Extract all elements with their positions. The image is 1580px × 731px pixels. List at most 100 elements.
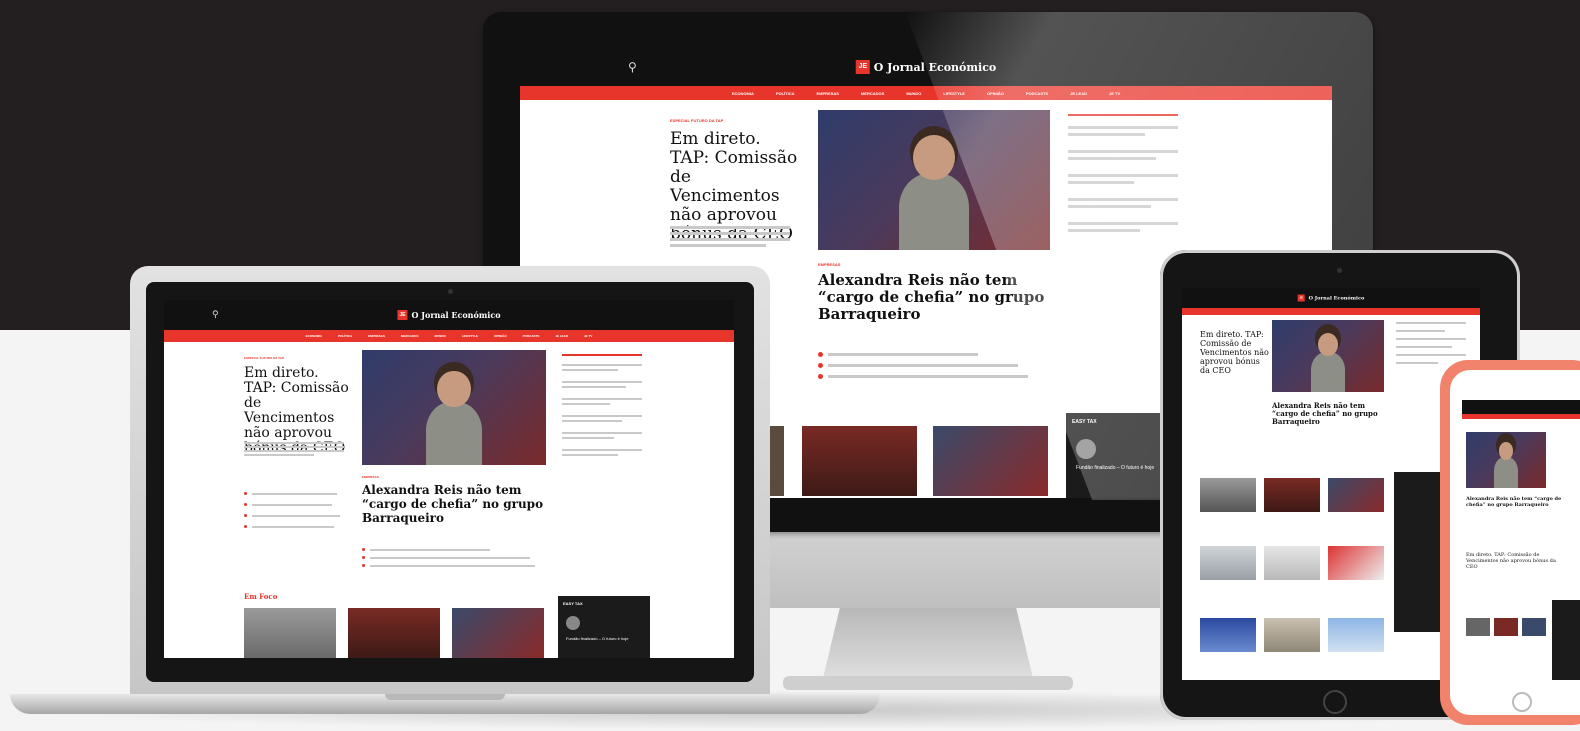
site-logo[interactable]: JE O Jornal Económico [1297, 294, 1365, 302]
story-summary [670, 226, 790, 247]
news-thumb[interactable] [1494, 618, 1518, 636]
nav-item[interactable]: POLÍTICA [338, 334, 352, 338]
news-thumb[interactable] [1200, 618, 1256, 652]
laptop-camera [448, 289, 453, 294]
logo-text: O Jornal Económico [873, 60, 997, 74]
box-caption: Fundão finalizado – O futuro é hoje [566, 636, 629, 641]
nav-item[interactable]: JE LEAD [1070, 91, 1087, 96]
main-bullets [244, 492, 344, 528]
second-kicker: EMPRESAS [362, 475, 379, 479]
news-thumb[interactable] [1522, 618, 1546, 636]
story-headline[interactable]: Em direto. TAP: Comissão de Vencimentos … [1466, 552, 1566, 570]
news-thumb[interactable] [1264, 618, 1320, 652]
news-thumb[interactable] [1466, 618, 1490, 636]
news-thumb[interactable] [1264, 478, 1320, 512]
news-thumb[interactable] [1328, 546, 1384, 580]
latest-sidebar [1068, 114, 1178, 232]
section-title: Em Foco [244, 592, 278, 601]
tablet-screen: JE O Jornal Económico Em direto. TAP: Co… [1182, 288, 1480, 680]
news-thumb[interactable] [1328, 478, 1384, 512]
tablet-home-button [1323, 690, 1347, 714]
nav-item[interactable]: JE TV [584, 334, 592, 338]
news-thumb[interactable] [348, 608, 440, 658]
nav-item[interactable]: LIFESTYLE [943, 91, 965, 96]
related-list [818, 352, 1048, 379]
news-thumb[interactable] [1200, 546, 1256, 580]
nav-item[interactable]: ECONOMIA [732, 91, 754, 96]
nav-item[interactable]: ECONOMIA [306, 334, 323, 338]
box-caption: Fundão finalizado – O futuro é hoje [1076, 465, 1155, 471]
easy-tax-box[interactable]: EASY TAX Fundão finalizado – O futuro é … [558, 596, 650, 658]
search-icon[interactable]: ⚲ [628, 60, 637, 74]
second-headline[interactable]: Alexandra Reis não tem “cargo de chefia”… [818, 272, 1048, 323]
news-thumb[interactable] [244, 608, 336, 658]
nav-item[interactable]: OPINIÃO [494, 334, 507, 338]
nav-item[interactable]: MERCADOS [861, 91, 884, 96]
logo-mark: JE [855, 60, 870, 74]
search-icon[interactable]: ⚲ [212, 310, 219, 320]
laptop-notch [385, 694, 505, 700]
photo-person [1494, 457, 1518, 488]
logo-mark: JE [1297, 294, 1305, 302]
nav-item[interactable]: EMPRESAS [817, 91, 839, 96]
nav-item[interactable]: EMPRESAS [368, 334, 385, 338]
site-header: JE O Jornal Económico [1182, 288, 1480, 308]
phone-home-button [1512, 692, 1532, 712]
monitor-foot [783, 676, 1073, 690]
latest-sidebar [562, 354, 642, 456]
tablet-camera [1337, 268, 1342, 273]
nav-item[interactable]: PODCASTS [1026, 91, 1048, 96]
main-nav [1462, 414, 1580, 419]
main-nav: ECONOMIA POLÍTICA EMPRESAS MERCADOS MUND… [164, 330, 734, 342]
main-nav: ECONOMIA POLÍTICA EMPRESAS MERCADOS MUND… [520, 86, 1332, 100]
story-kicker: ESPECIAL FUTURO DA TAP [670, 118, 724, 123]
nav-item[interactable]: POLÍTICA [776, 91, 795, 96]
site-header: ⚲ JE O Jornal Económico [520, 48, 1332, 86]
box-title: EASY TAX [563, 601, 583, 606]
nav-item[interactable]: LIFESTYLE [462, 334, 478, 338]
second-headline[interactable]: Alexandra Reis não tem “cargo de chefia”… [1466, 496, 1566, 508]
hero-photo[interactable] [1272, 320, 1384, 392]
second-kicker: EMPRESAS [818, 262, 841, 267]
second-headline[interactable]: Alexandra Reis não tem “cargo de chefia”… [1272, 402, 1384, 426]
related-list [362, 548, 547, 567]
nav-item[interactable]: MUNDO [434, 334, 445, 338]
logo-text: O Jornal Económico [1308, 295, 1365, 301]
nav-item[interactable]: JE TV [1109, 91, 1120, 96]
news-thumb[interactable] [1328, 618, 1384, 652]
laptop-screen: ⚲ JE O Jornal Económico ECONOMIA POLÍTIC… [164, 300, 734, 658]
second-headline[interactable]: Alexandra Reis não tem “cargo de chefia”… [362, 483, 547, 525]
avatar [566, 616, 580, 630]
nav-item[interactable]: JE LEAD [555, 334, 568, 338]
site-logo[interactable]: JE O Jornal Económico [397, 310, 501, 320]
photo-head [1498, 442, 1514, 460]
photo-person [1311, 352, 1345, 392]
site-logo[interactable]: JE O Jornal Económico [855, 60, 997, 74]
hero-photo[interactable] [362, 350, 546, 465]
photo-person [426, 401, 482, 465]
story-headline[interactable]: Em direto. TAP: Comissão de Vencimentos … [1200, 330, 1270, 375]
logo-mark: JE [397, 310, 408, 320]
news-thumb[interactable] [452, 608, 544, 658]
photo-person [899, 173, 969, 250]
phone-screen: Alexandra Reis não tem “cargo de chefia”… [1462, 400, 1580, 680]
avatar [1076, 439, 1096, 459]
site-header: ⚲ JE O Jornal Económico [164, 300, 734, 330]
news-thumb[interactable] [802, 426, 917, 496]
nav-item[interactable]: MERCADOS [401, 334, 419, 338]
hero-photo[interactable] [1466, 432, 1546, 488]
easy-tax-box[interactable] [1552, 600, 1580, 680]
photo-head [1317, 332, 1339, 356]
hero-photo[interactable] [818, 110, 1050, 250]
main-nav [1182, 308, 1480, 315]
story-kicker: ESPECIAL FUTURO DA TAP [244, 356, 284, 360]
nav-item[interactable]: OPINIÃO [987, 91, 1004, 96]
news-thumb[interactable] [1200, 478, 1256, 512]
news-thumb[interactable] [1264, 546, 1320, 580]
logo-text: O Jornal Económico [411, 310, 501, 320]
nav-item[interactable]: MUNDO [906, 91, 921, 96]
story-summary [244, 442, 344, 456]
news-thumb[interactable] [933, 426, 1048, 496]
monitor-stand [823, 608, 1033, 678]
nav-item[interactable]: PODCASTS [523, 334, 540, 338]
